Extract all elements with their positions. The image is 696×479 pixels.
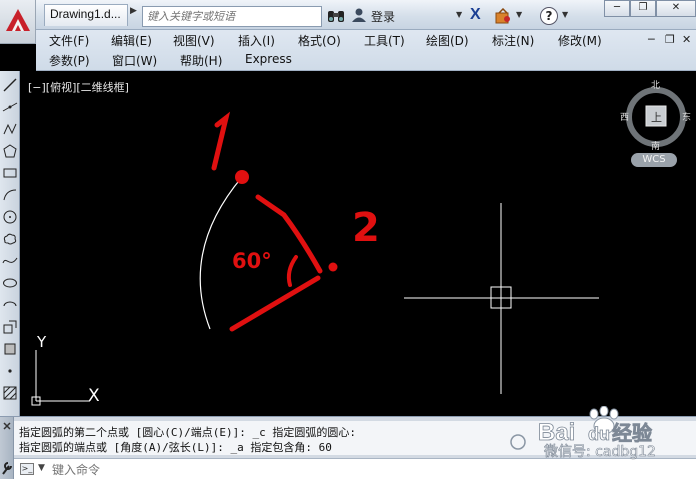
viewcube[interactable]: 上 北 南 西 东: [620, 79, 692, 151]
hatch-icon[interactable]: [2, 385, 18, 401]
drawing-close-button[interactable]: ✕: [682, 33, 691, 46]
login-dropdown-icon[interactable]: ▼: [456, 10, 462, 19]
menu-insert[interactable]: 插入(I): [238, 32, 275, 49]
menu-format[interactable]: 格式(O): [298, 32, 341, 49]
watermark-brand: Bai: [538, 419, 575, 446]
viewcube-north[interactable]: 北: [651, 80, 660, 91]
rectangle-icon[interactable]: [2, 165, 18, 181]
annotation-number-1: [211, 111, 231, 171]
binoculars-icon[interactable]: [327, 8, 345, 24]
baidu-paw-logo: Bai du 经验 微信号: cadbg12: [510, 405, 656, 460]
close-command-window-icon[interactable]: [0, 417, 14, 447]
watermark-suffix: 经验: [612, 421, 652, 445]
menu-draw[interactable]: 绘图(D): [426, 32, 469, 49]
watermark-brand-mid: du: [588, 424, 610, 444]
ellipse-arc-icon[interactable]: [2, 297, 18, 313]
menu-parameters[interactable]: 参数(P): [49, 52, 90, 69]
autocad-logo-icon: [6, 9, 30, 31]
make-block-icon[interactable]: [2, 341, 18, 357]
application-menu-button[interactable]: [0, 0, 36, 44]
polygon-icon[interactable]: [2, 143, 18, 159]
restore-button[interactable]: ❐: [630, 0, 656, 17]
annotation-angle-lower-ray: [229, 275, 321, 332]
watermark: Bai du 经验 微信号: cadbg12: [508, 405, 688, 462]
point-icon[interactable]: [2, 363, 18, 379]
insert-block-icon[interactable]: [2, 319, 18, 335]
menu-window[interactable]: 窗口(W): [112, 52, 157, 69]
annotation-angle-label: 60°: [232, 249, 272, 273]
help-icon[interactable]: ?: [540, 7, 558, 25]
viewcube-top-face[interactable]: 上: [651, 111, 662, 124]
viewcube-south[interactable]: 南: [651, 140, 660, 151]
minimize-button[interactable]: ─: [604, 0, 630, 17]
command-prompt-icon[interactable]: >_: [20, 463, 34, 475]
watermark-credit: 微信号: cadbg12: [544, 444, 656, 460]
close-button[interactable]: ✕: [656, 0, 696, 17]
menu-dimension[interactable]: 标注(N): [492, 32, 534, 49]
drawing-canvas[interactable]: [−][俯视][二维线框] 60° 2 Y X 上 北 南 西 东 WCS: [20, 71, 696, 416]
exchange-icon[interactable]: [494, 8, 512, 24]
menu-edit[interactable]: 编辑(E): [111, 32, 152, 49]
drawing-restore-button[interactable]: ❐: [665, 33, 675, 46]
ucs-x-label: X: [88, 386, 100, 406]
menu-view[interactable]: 视图(V): [173, 32, 215, 49]
customize-wrench-icon[interactable]: [0, 457, 14, 479]
construction-line-icon[interactable]: [2, 99, 18, 115]
viewcube-east[interactable]: 东: [682, 111, 691, 123]
user-icon[interactable]: [351, 7, 367, 23]
menu-help[interactable]: 帮助(H): [180, 52, 222, 69]
recent-commands-dropdown-icon[interactable]: ▼: [38, 463, 45, 473]
title-bar: Drawing1.d... ▶ 登录 ▼ X ▼ ? ▼ ─ ❐ ✕: [0, 0, 696, 30]
menu-bar: 文件(F) 编辑(E) 视图(V) 插入(I) 格式(O) 工具(T) 绘图(D…: [36, 30, 696, 71]
ucs-y-label: Y: [36, 333, 47, 351]
annotation-number-2: 2: [352, 205, 380, 251]
drawing-minimize-button[interactable]: ─: [648, 33, 655, 46]
menu-tools[interactable]: 工具(T): [364, 32, 405, 49]
annotation-angle-arc: [286, 255, 298, 287]
circle-icon[interactable]: [2, 209, 18, 225]
autodesk-x-icon[interactable]: X: [470, 6, 481, 24]
help-dropdown-icon[interactable]: ▼: [562, 10, 568, 19]
login-label[interactable]: 登录: [371, 8, 395, 25]
wcs-menu-button[interactable]: WCS: [631, 153, 677, 167]
draw-toolbar: [0, 71, 20, 416]
revcloud-icon[interactable]: [2, 231, 18, 247]
drawing-layer: 60° 2 Y X: [31, 111, 599, 406]
ellipse-icon[interactable]: [2, 275, 18, 291]
menu-modify[interactable]: 修改(M): [558, 32, 602, 49]
polyline-icon[interactable]: [2, 121, 18, 137]
command-input[interactable]: [52, 461, 552, 478]
document-tab[interactable]: Drawing1.d...: [44, 4, 128, 26]
menu-express[interactable]: Express: [245, 52, 292, 66]
spline-icon[interactable]: [2, 253, 18, 269]
viewcube-west[interactable]: 西: [620, 112, 629, 123]
search-input[interactable]: [142, 6, 322, 27]
line-tool-icon[interactable]: [2, 77, 18, 93]
exchange-dropdown-icon[interactable]: ▼: [516, 10, 522, 19]
menu-file[interactable]: 文件(F): [49, 32, 89, 49]
annotation-point-2: [328, 262, 338, 272]
arc-icon[interactable]: [2, 187, 18, 203]
annotation-point-1: [235, 170, 249, 184]
tab-scroll-arrow-icon[interactable]: ▶: [130, 6, 140, 24]
